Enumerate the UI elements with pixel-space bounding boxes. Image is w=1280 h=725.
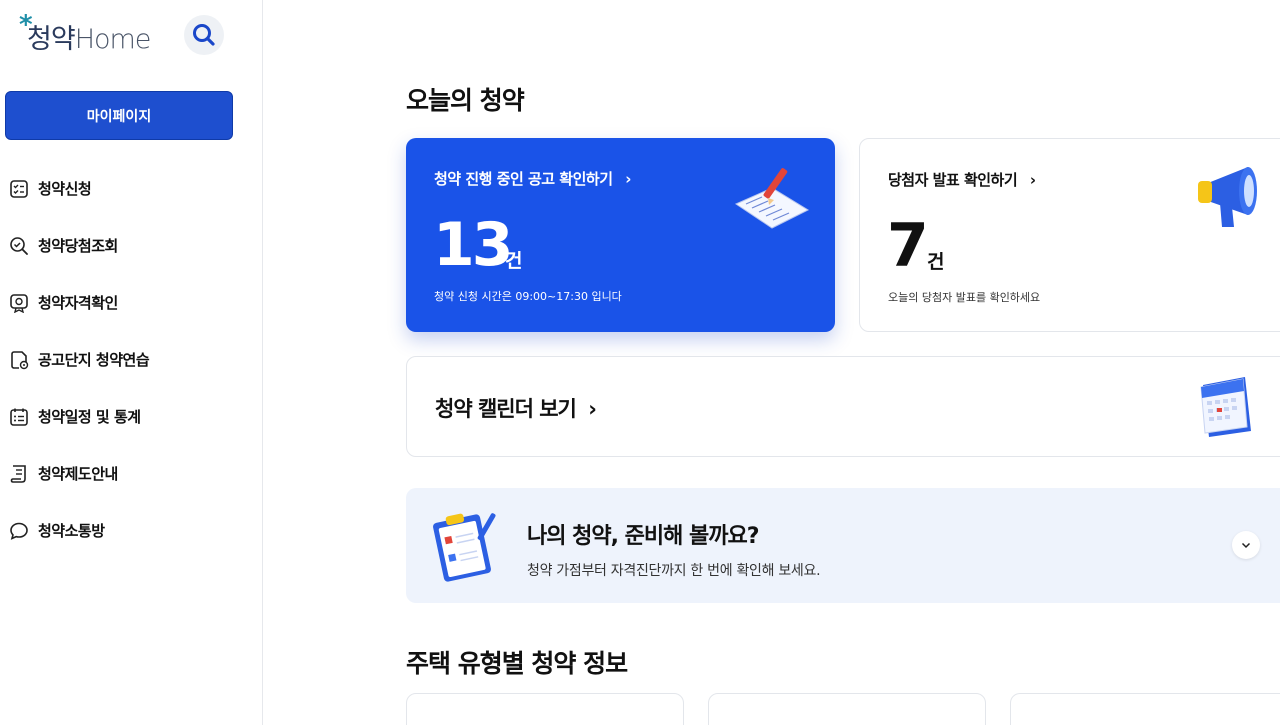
practice-icon: [8, 349, 30, 371]
search-check-icon: [8, 235, 30, 257]
schedule-list-icon: [8, 406, 30, 428]
chat-bubble-icon: [8, 520, 30, 542]
logo[interactable]: * 청약Home: [19, 10, 151, 56]
sidebar-item-label: 청약소통방: [38, 522, 105, 540]
sidebar-item-community[interactable]: 청약소통방: [0, 502, 262, 559]
winners-note: 오늘의 당첨자 발표를 확인하세요: [888, 291, 1041, 304]
clipboard-icon: [433, 513, 496, 582]
sidebar-item-label: 청약자격확인: [38, 294, 118, 312]
winners-unit: 건: [927, 251, 945, 273]
winners-link: 당첨자 발표 확인하기 ›: [888, 171, 1036, 189]
ongoing-link: 청약 진행 중인 공고 확인하기 ›: [434, 170, 631, 188]
today-title: 오늘의 청약: [406, 86, 525, 115]
winner-announcements-card[interactable]: 당첨자 발표 확인하기 › 7 건 오늘의 당첨자 발표를 확인하세요: [859, 138, 1280, 332]
sidebar-item-label: 공고단지 청약연습: [38, 351, 150, 369]
search-icon: [193, 24, 215, 46]
sidebar-item-apply[interactable]: 청약신청: [0, 160, 262, 217]
application-form-icon: [734, 168, 810, 229]
housing-type-card[interactable]: [708, 693, 986, 725]
sidebar: * 청약Home 마이페이지 청약신청 청약당첨조회 청약자격확인 공고단지 청…: [0, 0, 263, 725]
my-application-prep-card: 나의 청약, 준비해 볼까요? 청약 가점부터 자격진단까지 한 번에 확인해 …: [406, 488, 1280, 603]
sidebar-item-schedule[interactable]: 청약일정 및 통계: [0, 388, 262, 445]
ongoing-unit: 건: [505, 250, 523, 272]
winners-count: 7: [887, 211, 929, 281]
checklist-icon: [8, 178, 30, 200]
calendar-card[interactable]: 청약 캘린더 보기 ›: [406, 356, 1280, 457]
badge-icon: [8, 292, 30, 314]
search-button[interactable]: [184, 15, 224, 55]
sidebar-nav: 청약신청 청약당첨조회 청약자격확인 공고단지 청약연습 청약일정 및 통계 청…: [0, 160, 262, 559]
housing-types-title: 주택 유형별 청약 정보: [406, 649, 628, 678]
chevron-right-icon: ›: [588, 397, 597, 421]
chevron-right-icon: ›: [1029, 171, 1036, 189]
sidebar-item-label: 청약일정 및 통계: [38, 408, 141, 426]
expand-button[interactable]: [1232, 531, 1260, 559]
chevron-right-icon: ›: [625, 170, 631, 188]
prep-subtitle: 청약 가점부터 자격진단까지 한 번에 확인해 보세요.: [527, 563, 821, 579]
calendar-icon: [1200, 377, 1251, 437]
megaphone-icon: [1198, 167, 1257, 227]
prep-title: 나의 청약, 준비해 볼까요?: [527, 524, 759, 549]
calendar-link: 청약 캘린더 보기 ›: [435, 397, 597, 421]
housing-type-card[interactable]: [406, 693, 684, 725]
ongoing-count: 13: [433, 210, 513, 280]
sidebar-item-label: 청약신청: [38, 180, 92, 198]
sidebar-item-eligibility[interactable]: 청약자격확인: [0, 274, 262, 331]
chevron-down-icon: [1241, 542, 1251, 549]
ongoing-announcements-card[interactable]: 청약 진행 중인 공고 확인하기 › 13 건 청약 신청 시간은 09:00~…: [406, 138, 835, 332]
sidebar-item-practice[interactable]: 공고단지 청약연습: [0, 331, 262, 388]
sidebar-item-label: 청약제도안내: [38, 465, 118, 483]
guide-scroll-icon: [8, 463, 30, 485]
sidebar-item-label: 청약당첨조회: [38, 237, 118, 255]
sidebar-item-guide[interactable]: 청약제도안내: [0, 445, 262, 502]
logo-star: *: [19, 10, 33, 40]
logo-text: 청약Home: [27, 23, 151, 55]
sidebar-item-winner-check[interactable]: 청약당첨조회: [0, 217, 262, 274]
ongoing-note: 청약 신청 시간은 09:00~17:30 입니다: [434, 290, 622, 303]
housing-type-card[interactable]: [1010, 693, 1280, 725]
mypage-button[interactable]: 마이페이지: [5, 91, 233, 140]
